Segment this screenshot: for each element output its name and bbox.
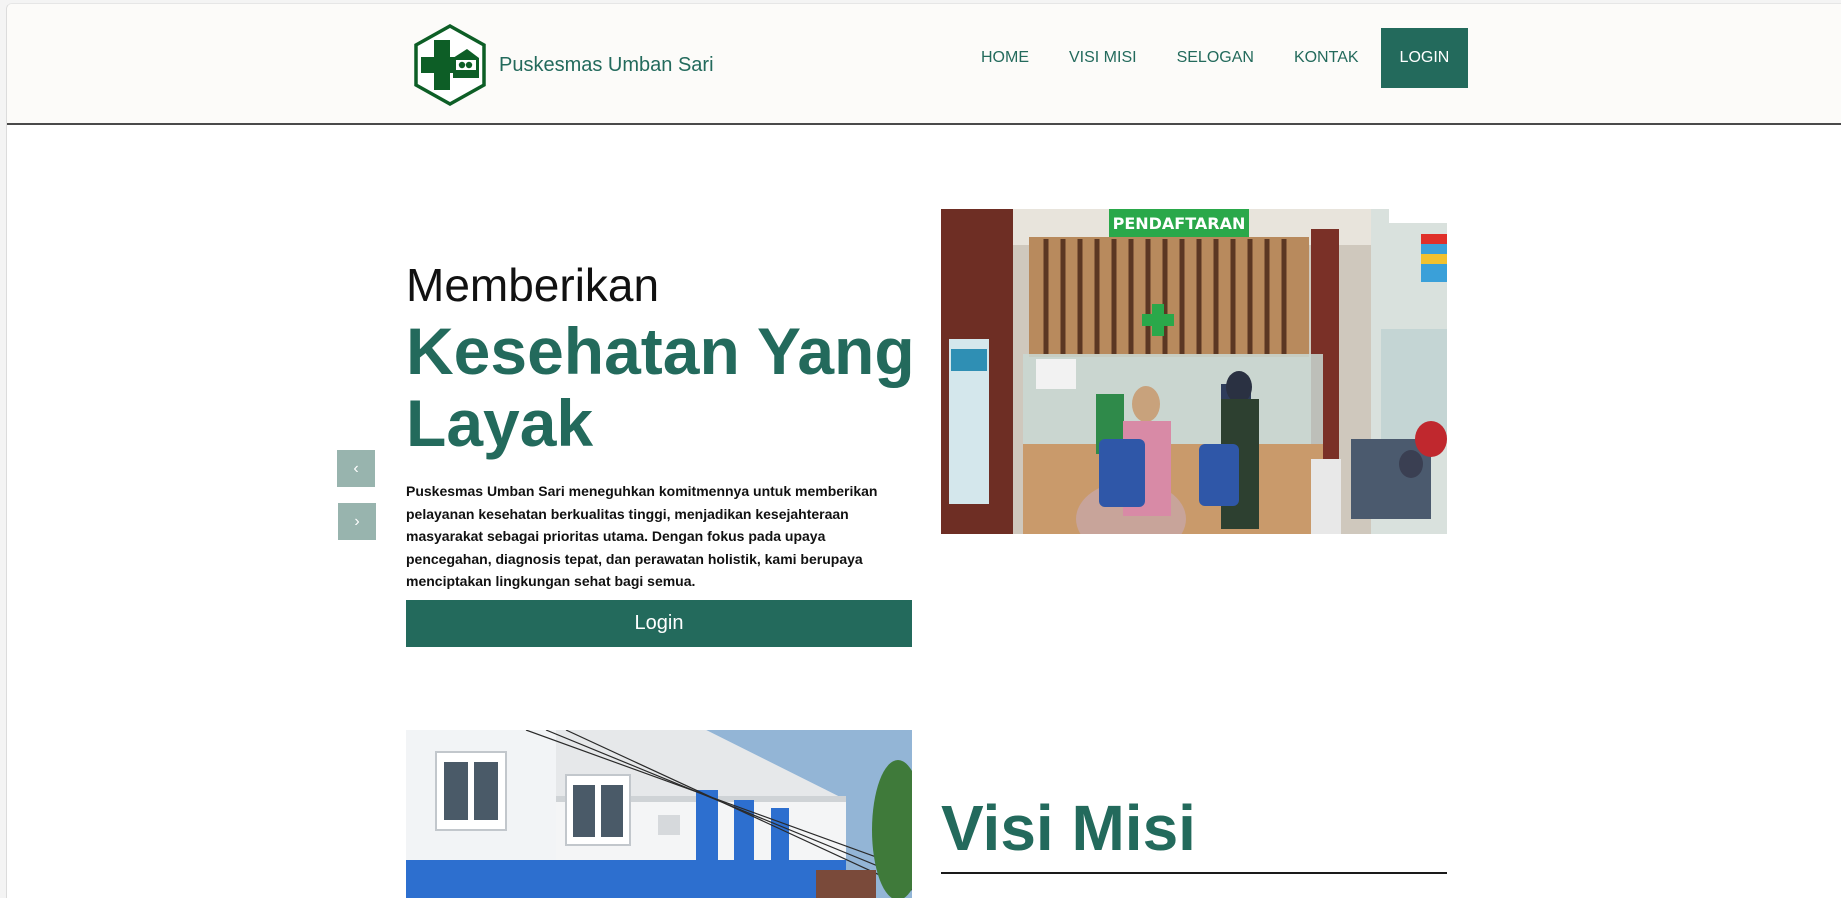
hero-heading-large: Kesehatan Yang Layak — [406, 314, 915, 460]
nav-selogan-link[interactable]: SELOGAN — [1157, 28, 1274, 88]
hero-login-button[interactable]: Login — [406, 600, 912, 647]
chevron-right-icon: › — [354, 512, 360, 530]
pendaftaran-sign: PENDAFTARAN — [1113, 214, 1246, 233]
chevron-left-icon: ‹ — [353, 459, 359, 477]
puskesmas-building-image — [406, 730, 912, 898]
visi-misi-divider — [941, 872, 1447, 874]
registration-counter-image: PENDAFTARAN — [941, 209, 1447, 534]
hero-heading-small: Memberikan — [406, 259, 660, 311]
carousel-next-button[interactable]: › — [338, 503, 376, 540]
navbar: Puskesmas Umban Sari HOME VISI MISI SELO… — [7, 4, 1841, 125]
nav-home-link[interactable]: HOME — [961, 28, 1049, 88]
nav-kontak-link[interactable]: KONTAK — [1274, 28, 1379, 88]
main-menu: HOME VISI MISI SELOGAN KONTAK LOGIN — [961, 28, 1469, 88]
page: Puskesmas Umban Sari HOME VISI MISI SELO… — [6, 3, 1841, 898]
hero-section: Memberikan Kesehatan Yang Layak Puskesma… — [406, 256, 916, 607]
nav-login-button[interactable]: LOGIN — [1380, 28, 1469, 88]
nav-visi-misi-link[interactable]: VISI MISI — [1049, 28, 1157, 88]
visi-misi-heading: Visi Misi — [941, 792, 1196, 864]
brand-name: Puskesmas Umban Sari — [499, 53, 714, 76]
carousel-prev-button[interactable]: ‹ — [337, 450, 375, 487]
puskesmas-logo-icon — [414, 24, 486, 106]
hero-description: Puskesmas Umban Sari meneguhkan komitmen… — [406, 483, 878, 590]
brand[interactable]: Puskesmas Umban Sari — [413, 24, 714, 106]
